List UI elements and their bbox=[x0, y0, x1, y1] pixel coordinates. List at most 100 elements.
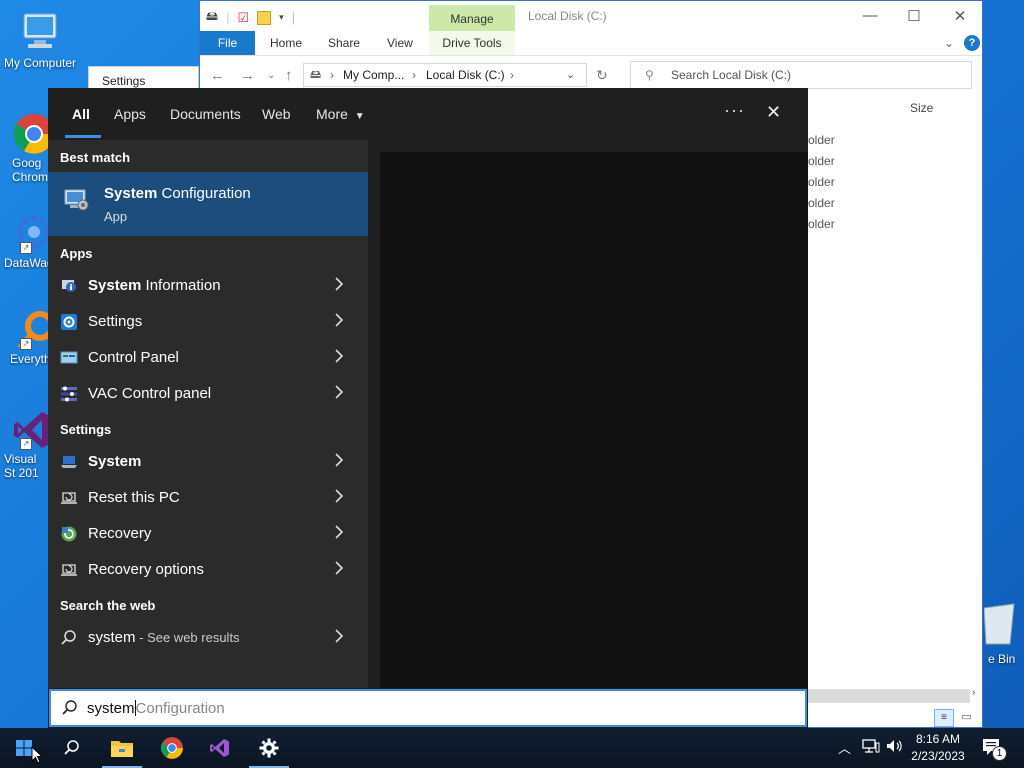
system-clock[interactable]: 8:16 AM 2/23/2023 bbox=[907, 731, 969, 765]
chevron-right-icon[interactable] bbox=[334, 451, 344, 469]
result-recovery[interactable]: Recovery bbox=[48, 516, 368, 552]
start-button[interactable] bbox=[0, 728, 48, 768]
up-icon[interactable]: ↑ bbox=[285, 67, 293, 84]
monitor-icon bbox=[18, 10, 62, 54]
explorer-titlebar[interactable]: 🖴 | ☑ ▾ | Manage Local Disk (C:) — ☐ ✕ bbox=[200, 1, 982, 31]
new-folder-icon[interactable] bbox=[257, 10, 272, 25]
desktop-icon-my-computer[interactable]: My Computer bbox=[0, 10, 80, 70]
minimize-icon[interactable]: — bbox=[856, 7, 884, 24]
chevron-right-icon[interactable] bbox=[334, 311, 344, 329]
list-item[interactable]: older bbox=[808, 175, 835, 189]
desktop-icon-label: Everyth bbox=[10, 352, 50, 366]
breadcrumb-local-disk[interactable]: Local Disk (C:) bbox=[426, 64, 505, 86]
desktop-icon-visual-studio[interactable]: ↗ Visual St 201 bbox=[0, 408, 50, 480]
desktop-icon-chrome[interactable]: Goog Chrom bbox=[0, 112, 54, 184]
taskbar-search-button[interactable] bbox=[48, 728, 96, 768]
recent-locations-icon[interactable]: ⌄ bbox=[267, 70, 275, 81]
settings-window[interactable]: Settings bbox=[88, 66, 199, 90]
desktop-icon-everything[interactable]: ↗ Everyth bbox=[0, 308, 50, 366]
best-match-subtitle: App bbox=[104, 209, 128, 224]
desktop-icon-label: Goog Chrom bbox=[12, 156, 49, 184]
network-icon[interactable] bbox=[862, 738, 880, 757]
column-header-size[interactable]: Size bbox=[910, 101, 933, 115]
vac-control-panel-icon bbox=[60, 385, 78, 403]
list-item[interactable]: older bbox=[808, 196, 835, 210]
tab-documents[interactable]: Documents bbox=[170, 106, 241, 122]
chevron-right-icon[interactable] bbox=[334, 347, 344, 365]
large-icons-view-icon[interactable]: ▭ bbox=[958, 710, 976, 726]
tab-all[interactable]: All bbox=[72, 106, 90, 122]
taskbar-chrome[interactable] bbox=[148, 728, 196, 768]
back-icon[interactable]: ← bbox=[210, 67, 225, 84]
close-icon[interactable]: ✕ bbox=[946, 7, 974, 25]
desktop-icon-label: Visual St 201 bbox=[4, 452, 39, 480]
tray-overflow-icon[interactable]: ︿ bbox=[838, 738, 851, 757]
manage-tab[interactable]: Manage bbox=[429, 5, 515, 31]
chevron-right-icon[interactable] bbox=[334, 627, 344, 645]
preview-pane bbox=[380, 152, 808, 688]
explorer-search-input[interactable]: ⚲ Search Local Disk (C:) bbox=[630, 61, 972, 89]
start-search-input[interactable]: systemConfiguration bbox=[49, 689, 807, 727]
forward-icon[interactable]: → bbox=[240, 67, 255, 84]
help-icon[interactable]: ? bbox=[964, 35, 980, 51]
tab-web[interactable]: Web bbox=[262, 106, 291, 122]
result-system-information[interactable]: System Information bbox=[48, 268, 368, 304]
volume-icon[interactable] bbox=[886, 738, 904, 757]
tab-drive-tools[interactable]: Drive Tools bbox=[429, 31, 515, 55]
properties-icon[interactable]: ☑ bbox=[238, 10, 250, 26]
taskbar-visual-studio[interactable] bbox=[196, 728, 244, 768]
chevron-right-icon[interactable] bbox=[334, 275, 344, 293]
taskbar-settings[interactable] bbox=[245, 728, 293, 768]
taskbar-file-explorer[interactable] bbox=[98, 728, 146, 768]
expand-ribbon-icon[interactable]: ⌄ bbox=[944, 31, 954, 55]
list-item[interactable]: older bbox=[808, 154, 835, 168]
list-item[interactable]: older bbox=[808, 133, 835, 147]
desktop-icon-label: My Computer bbox=[3, 56, 77, 70]
system-laptop-icon bbox=[60, 453, 78, 471]
result-settings[interactable]: Settings bbox=[48, 304, 368, 340]
list-item[interactable]: older bbox=[808, 217, 835, 231]
chevron-right-icon[interactable] bbox=[334, 383, 344, 401]
active-tab-indicator bbox=[65, 135, 101, 138]
address-bar[interactable]: 🖴 › My Comp... › Local Disk (C:) › ⌄ bbox=[303, 63, 587, 87]
action-center-icon[interactable]: 1 bbox=[982, 738, 1007, 761]
chevron-right-icon[interactable] bbox=[334, 559, 344, 577]
result-reset-this-pc[interactable]: Reset this PC bbox=[48, 480, 368, 516]
search-placeholder: Search Local Disk (C:) bbox=[671, 68, 792, 82]
close-icon[interactable]: ✕ bbox=[766, 102, 781, 123]
result-web-search[interactable]: system - See web results bbox=[48, 620, 368, 656]
best-match-item[interactable]: System Configuration App bbox=[48, 172, 368, 236]
result-control-panel[interactable]: Control Panel bbox=[48, 340, 368, 376]
tab-share[interactable]: Share bbox=[328, 31, 360, 55]
section-header-search-web: Search the web bbox=[60, 598, 156, 613]
file-explorer-icon bbox=[111, 741, 133, 757]
shortcut-arrow-icon: ↗ bbox=[20, 438, 32, 450]
chevron-down-icon[interactable]: ▾ bbox=[279, 12, 284, 23]
tab-home[interactable]: Home bbox=[270, 31, 302, 55]
chevron-right-icon[interactable] bbox=[334, 487, 344, 505]
breadcrumb-chevron-icon: › bbox=[510, 68, 514, 82]
tab-file[interactable]: File bbox=[200, 31, 255, 55]
breadcrumb-my-computer[interactable]: My Comp... bbox=[343, 64, 404, 86]
tab-more[interactable]: More ▼ bbox=[316, 106, 365, 122]
clock-time: 8:16 AM bbox=[915, 732, 961, 746]
horizontal-scrollbar[interactable] bbox=[808, 689, 970, 703]
address-dropdown-icon[interactable]: ⌄ bbox=[566, 64, 575, 86]
refresh-icon[interactable]: ↻ bbox=[596, 67, 608, 84]
result-recovery-options[interactable]: Recovery options bbox=[48, 552, 368, 588]
section-header-best-match: Best match bbox=[60, 150, 131, 165]
result-system[interactable]: System bbox=[48, 444, 368, 480]
search-filter-tabs: All Apps Documents Web More ▼ ··· ✕ bbox=[48, 88, 808, 140]
scroll-right-icon[interactable]: › bbox=[972, 687, 975, 698]
chevron-right-icon[interactable] bbox=[334, 523, 344, 541]
result-vac-control-panel[interactable]: VAC Control panel bbox=[48, 376, 368, 412]
drive-icon[interactable]: 🖴 bbox=[206, 7, 218, 28]
tab-apps[interactable]: Apps bbox=[114, 106, 146, 122]
maximize-icon[interactable]: ☐ bbox=[900, 7, 928, 25]
more-options-icon[interactable]: ··· bbox=[724, 100, 745, 121]
details-view-icon[interactable]: ≡ bbox=[934, 709, 954, 727]
tab-view[interactable]: View bbox=[387, 31, 413, 55]
desktop-icon-datawag[interactable]: ↗ DataWag bbox=[0, 212, 50, 270]
desktop-icon-recycle-bin[interactable]: e Bin bbox=[983, 600, 1024, 670]
visual-studio-icon bbox=[210, 739, 229, 757]
